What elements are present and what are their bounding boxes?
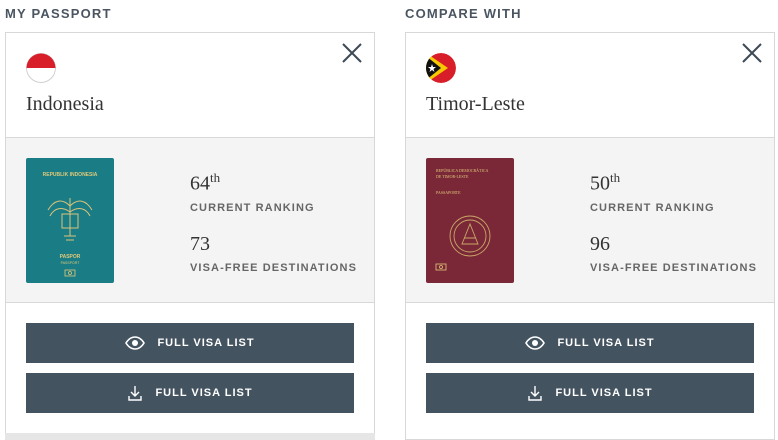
visa-free-number: 96: [590, 233, 610, 255]
passport-image: REPÚBLICA DEMOCRÁTICA DE TIMOR-LESTE PAS…: [426, 158, 514, 283]
download-full-visa-list-button[interactable]: FULL VISA LIST: [426, 373, 754, 413]
view-button-label: FULL VISA LIST: [157, 337, 255, 349]
view-full-visa-list-button[interactable]: FULL VISA LIST: [426, 323, 754, 363]
ranking-number: 50: [590, 172, 610, 195]
visa-free-number: 73: [190, 233, 210, 255]
download-full-visa-list-button[interactable]: FULL VISA LIST: [26, 373, 354, 413]
passport-image: REPUBLIK INDONESIA PASPOR PASSPORT: [26, 158, 114, 283]
passport-sub2: PASSPORT: [61, 261, 81, 265]
passport-sub: PASSAPORTE: [436, 190, 461, 195]
compare-column: COMPARE WITH Timor-Leste REPÚBLICA DEMOC…: [405, 0, 775, 440]
passport-sub: PASPOR: [60, 254, 81, 260]
country-name: Timor-Leste: [426, 93, 525, 115]
timor-leste-flag-icon: [426, 53, 456, 83]
passport-title: REPUBLIK INDONESIA: [43, 172, 98, 178]
download-button-label: FULL VISA LIST: [555, 387, 653, 399]
my-passport-column: MY PASSPORT Indonesia REPUBLIK INDONESIA: [5, 0, 375, 440]
ranking-label: CURRENT RANKING: [190, 201, 315, 214]
close-icon[interactable]: [740, 41, 764, 65]
ranking-suffix: th: [610, 170, 621, 185]
visa-free-label: VISA-FREE DESTINATIONS: [190, 262, 358, 274]
visa-free-stat: 73 VISA-FREE DESTINATIONS: [190, 233, 357, 274]
passport-stats: REPÚBLICA DEMOCRÁTICA DE TIMOR-LESTE PAS…: [406, 137, 774, 303]
download-icon: [127, 385, 143, 401]
country-name: Indonesia: [26, 93, 104, 115]
close-icon[interactable]: [340, 41, 364, 65]
card-header: Indonesia: [6, 33, 374, 137]
my-passport-heading: MY PASSPORT: [5, 6, 112, 21]
download-icon: [527, 385, 543, 401]
download-button-label: FULL VISA LIST: [155, 387, 253, 399]
visa-free-label: VISA-FREE DESTINATIONS: [590, 262, 758, 274]
eye-icon: [125, 336, 146, 350]
ranking-stat: 50th CURRENT RANKING: [590, 170, 715, 214]
ranking-suffix: th: [210, 170, 221, 185]
card-actions: FULL VISA LIST FULL VISA LIST: [406, 303, 774, 439]
ranking-label: CURRENT RANKING: [590, 201, 715, 214]
eye-icon: [525, 336, 546, 350]
ranking-number: 64: [190, 172, 210, 195]
card-header: Timor-Leste: [406, 33, 774, 137]
passport-stats: REPUBLIK INDONESIA PASPOR PASSPORT 64th: [6, 137, 374, 303]
card-shadow: [5, 433, 375, 440]
view-full-visa-list-button[interactable]: FULL VISA LIST: [26, 323, 354, 363]
indonesia-flag-icon: [26, 53, 56, 83]
visa-free-stat: 96 VISA-FREE DESTINATIONS: [590, 233, 757, 274]
my-passport-card: Indonesia REPUBLIK INDONESIA PASPOR PASS…: [5, 32, 375, 440]
compare-heading: COMPARE WITH: [405, 6, 522, 21]
compare-card: Timor-Leste REPÚBLICA DEMOCRÁTICA DE TIM…: [405, 32, 775, 440]
view-button-label: FULL VISA LIST: [557, 337, 655, 349]
ranking-stat: 64th CURRENT RANKING: [190, 170, 315, 214]
card-actions: FULL VISA LIST FULL VISA LIST: [6, 303, 374, 439]
